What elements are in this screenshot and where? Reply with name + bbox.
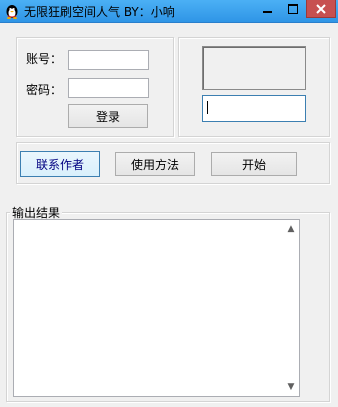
start-button[interactable]: 开始 bbox=[211, 152, 297, 176]
title-bar[interactable]: 无限狂刷空间人气 BY：小响 bbox=[0, 0, 338, 23]
text-caret bbox=[207, 101, 208, 114]
account-input[interactable] bbox=[68, 50, 149, 70]
captcha-image-box bbox=[202, 46, 306, 90]
minimize-icon bbox=[262, 11, 272, 13]
maximize-icon bbox=[288, 4, 298, 14]
penguin-icon bbox=[6, 5, 18, 19]
login-button[interactable]: 登录 bbox=[68, 104, 148, 128]
output-scrollbar[interactable]: ▲ ▼ bbox=[283, 220, 299, 396]
password-label: 密码： bbox=[26, 83, 63, 97]
maximize-button[interactable] bbox=[280, 0, 306, 18]
usage-button[interactable]: 使用方法 bbox=[115, 152, 195, 176]
close-button[interactable] bbox=[306, 0, 336, 18]
scroll-up-arrow-icon[interactable]: ▲ bbox=[286, 224, 296, 234]
captcha-input[interactable] bbox=[202, 95, 306, 122]
account-label: 账号： bbox=[26, 52, 63, 66]
contact-author-button[interactable]: 联系作者 bbox=[20, 151, 100, 177]
minimize-button[interactable] bbox=[254, 0, 280, 18]
scroll-down-arrow-icon[interactable]: ▼ bbox=[286, 382, 296, 392]
close-icon bbox=[316, 3, 326, 14]
password-input[interactable] bbox=[68, 78, 149, 98]
output-textarea[interactable]: ▲ ▼ bbox=[13, 219, 300, 397]
window-title: 无限狂刷空间人气 BY：小响 bbox=[24, 5, 175, 19]
